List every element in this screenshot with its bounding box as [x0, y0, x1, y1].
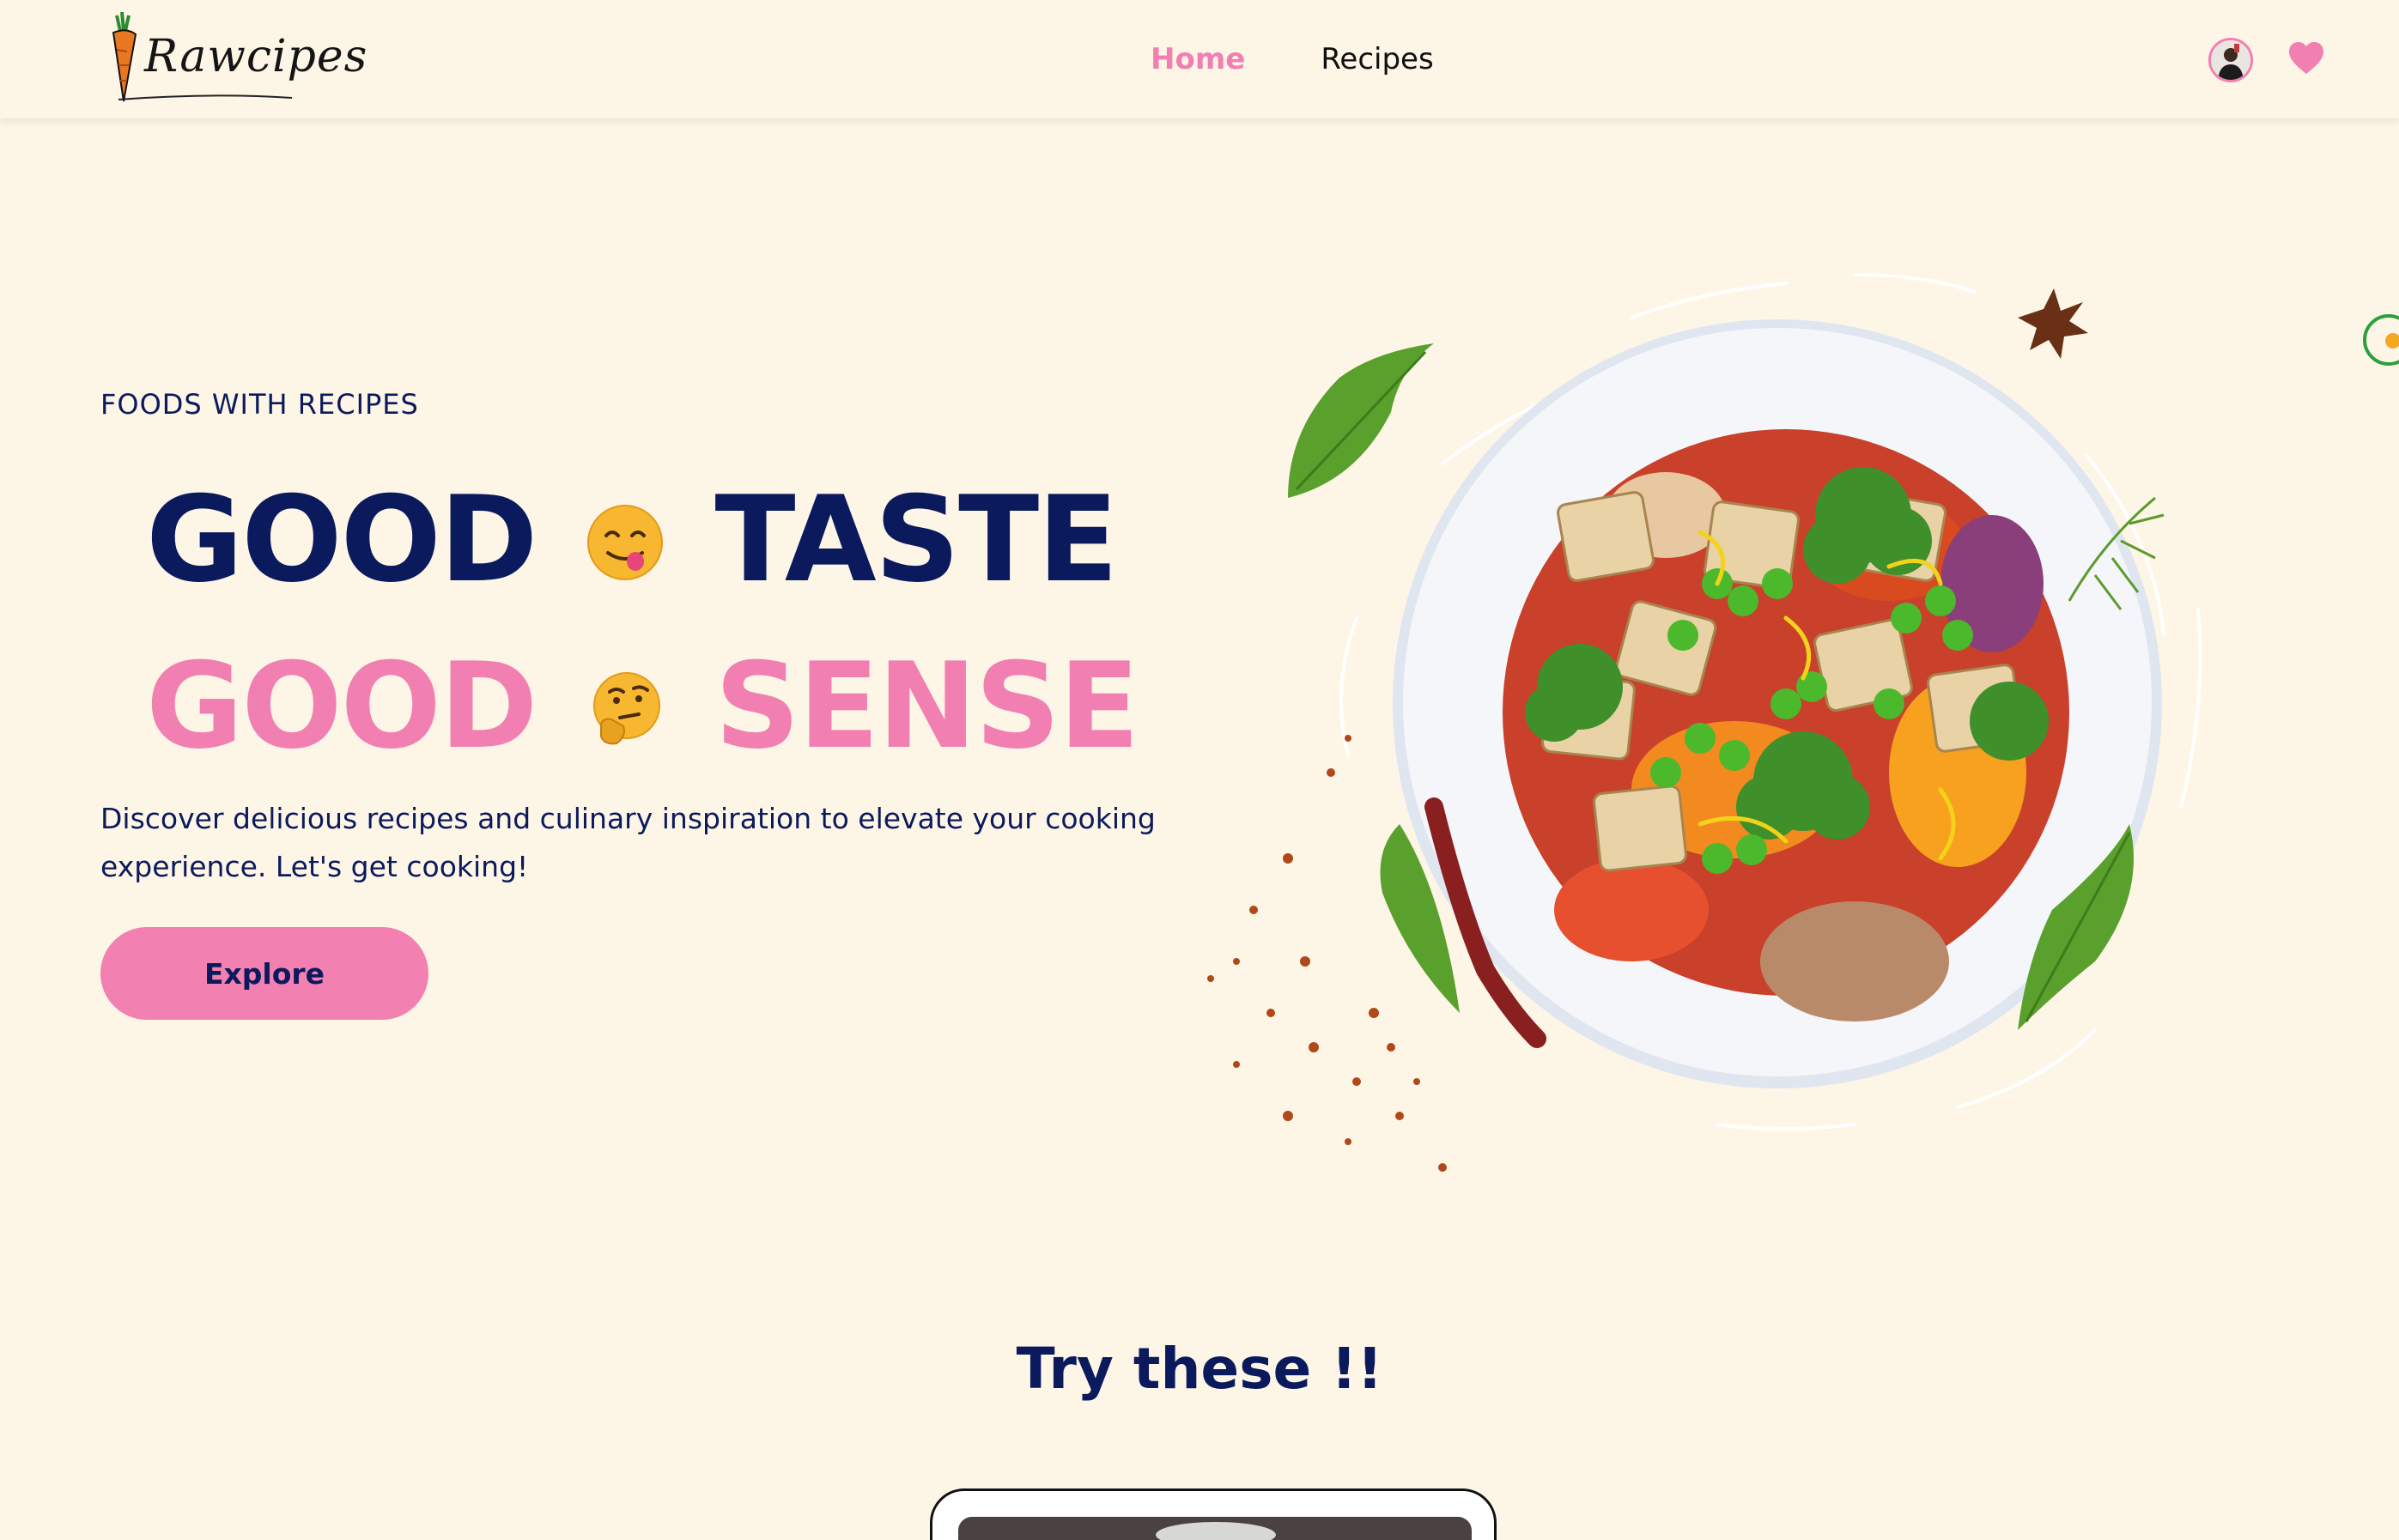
main-nav: Home Recipes [1151, 38, 1434, 81]
hero-word-sense: SENSE [714, 637, 1139, 775]
yum-face-emoji-icon [587, 505, 664, 581]
hero-word-good: GOOD [146, 470, 537, 609]
hero-eyebrow: FOODS WITH RECIPES [100, 388, 419, 421]
hero-word-taste: TASTE [714, 470, 1118, 609]
nav-recipes-link[interactable]: Recipes [1321, 38, 1433, 81]
heart-icon[interactable] [2287, 41, 2325, 76]
avatar-person-icon [2211, 40, 2250, 80]
nav-home-link[interactable]: Home [1151, 38, 1245, 81]
thinking-face-emoji-icon [593, 672, 661, 745]
explore-button[interactable]: Explore [100, 927, 428, 1020]
navbar: Rawcipes Home Recipes [0, 0, 2399, 118]
recipe-card[interactable] [930, 1488, 1497, 1540]
side-scroll-indicator[interactable] [2363, 314, 2399, 366]
recipe-card-image [958, 1517, 1472, 1540]
brand-logo[interactable]: Rawcipes [101, 12, 367, 106]
try-these-heading: Try these !! [1016, 1336, 1383, 1402]
hero-food-image [1207, 273, 2202, 1172]
user-avatar[interactable] [2208, 38, 2253, 82]
hero-word-good-2: GOOD [146, 637, 537, 775]
hero-description: Discover delicious recipes and culinary … [100, 802, 1156, 883]
hero-headline-line1: GOOD TASTE [146, 470, 1118, 609]
logo-underline [118, 94, 293, 100]
hero-headline-line2: GOOD SENSE [146, 637, 1139, 775]
